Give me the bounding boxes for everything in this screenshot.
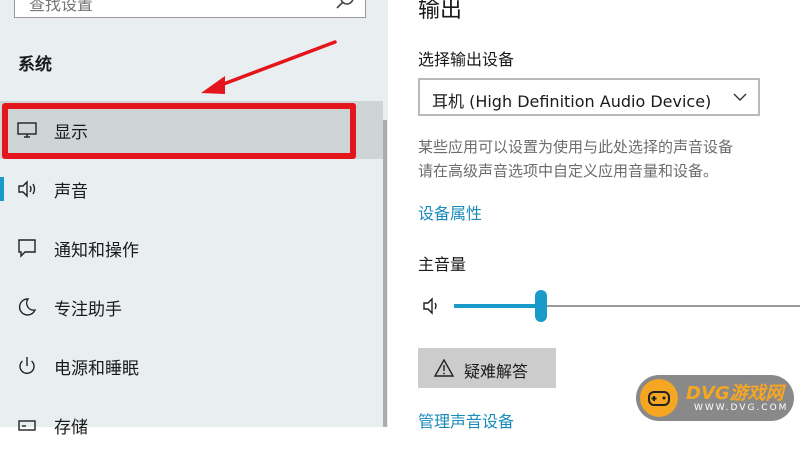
speaker-icon[interactable]	[422, 296, 442, 316]
highlight-box	[2, 103, 356, 159]
select-value: 耳机 (High Definition Audio Device)	[432, 88, 711, 112]
speaker-icon	[16, 178, 38, 200]
volume-slider-track[interactable]	[541, 305, 800, 307]
sidebar-item-storage[interactable]: 存储	[0, 396, 383, 454]
sidebar-item-label: 电源和睡眠	[54, 354, 139, 379]
power-icon	[16, 355, 38, 377]
gamepad-icon	[640, 379, 678, 417]
search-input[interactable]	[15, 0, 315, 17]
help-text-line: 请在高级声音选项中自定义应用音量和设备。	[418, 159, 800, 183]
moon-icon	[16, 296, 38, 318]
watermark-logo: DVG游戏网 WWW.DVG.COM	[636, 375, 794, 421]
notification-icon	[16, 237, 38, 259]
manage-sound-devices-link[interactable]: 管理声音设备	[418, 408, 514, 432]
watermark-subtitle: WWW.DVG.COM	[694, 403, 788, 413]
sidebar-scrollbar[interactable]	[383, 120, 387, 427]
output-device-select[interactable]: 耳机 (High Definition Audio Device)	[418, 78, 760, 116]
sidebar-item-label: 声音	[54, 177, 88, 202]
volume-slider-thumb[interactable]	[535, 290, 547, 322]
volume-row	[418, 290, 800, 322]
troubleshoot-label: 疑难解答	[464, 358, 528, 382]
search-icon[interactable]	[335, 0, 357, 11]
section-title: 系统	[18, 50, 52, 75]
chevron-down-icon	[732, 90, 748, 104]
sidebar-item-sound[interactable]: 声音	[0, 160, 383, 218]
warning-icon	[434, 359, 454, 377]
device-properties-link[interactable]: 设备属性	[418, 200, 482, 224]
sidebar-item-label: 通知和操作	[54, 236, 139, 261]
sidebar-item-notifications[interactable]: 通知和操作	[0, 219, 383, 277]
troubleshoot-button[interactable]: 疑难解答	[418, 348, 556, 388]
selection-indicator	[0, 177, 4, 201]
sidebar-item-label: 存储	[54, 413, 88, 438]
sidebar-item-focus-assist[interactable]: 专注助手	[0, 278, 383, 336]
help-text-line: 某些应用可以设置为使用与此处选择的声音设备	[418, 135, 800, 159]
master-volume-label: 主音量	[418, 251, 466, 275]
sidebar-item-label: 专注助手	[54, 295, 122, 320]
main-panel: 输出 选择输出设备 耳机 (High Definition Audio Devi…	[388, 0, 800, 427]
help-text: 某些应用可以设置为使用与此处选择的声音设备 请在高级声音选项中自定义应用音量和设…	[418, 135, 800, 183]
sidebar-item-power-sleep[interactable]: 电源和睡眠	[0, 337, 383, 395]
watermark-title: DVG游戏网	[686, 379, 784, 405]
volume-slider-fill	[454, 304, 541, 308]
search-box[interactable]	[14, 0, 366, 18]
red-arrow-annotation	[195, 38, 340, 98]
page-title: 输出	[418, 0, 462, 24]
storage-icon	[16, 414, 38, 436]
output-device-label: 选择输出设备	[418, 46, 514, 70]
